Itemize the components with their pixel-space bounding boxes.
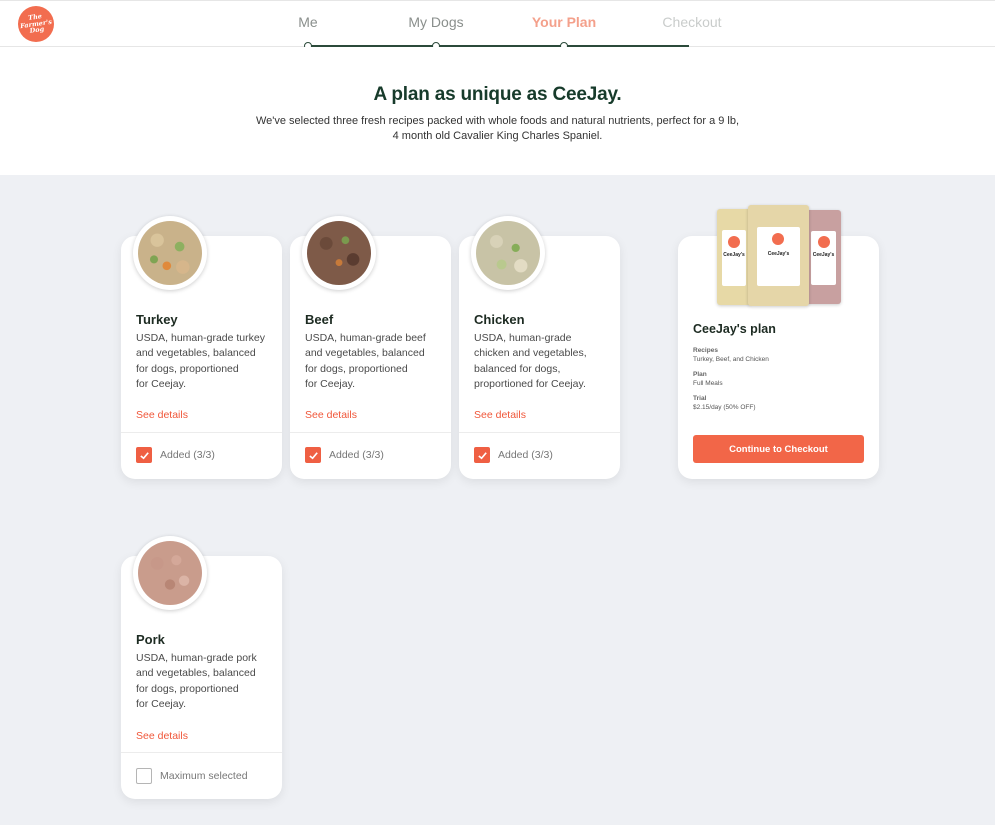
recipe-description: USDA, human-grade turkey and vegetables, …: [136, 332, 265, 390]
recipe-card-turkey: Turkey USDA, human-grade turkey and veget…: [121, 216, 282, 479]
pork-bowl-image: [133, 536, 207, 610]
card-divider: [459, 432, 620, 433]
trial-value: $2.15/day (50% OFF): [693, 404, 756, 411]
checkbox-label: Added (3/3): [160, 449, 215, 461]
see-details-link[interactable]: See details: [474, 409, 526, 421]
step-checkout[interactable]: Checkout: [662, 14, 721, 30]
recipe-description: USDA, human-grade beef and vegetables, ba…: [305, 332, 426, 390]
recipe-card-pork: Pork USDA, human-grade pork and vegetable…: [121, 536, 282, 799]
page-title: A plan as unique as CeeJay.: [373, 84, 622, 105]
card-divider: [121, 752, 282, 753]
plan-type-label: Plan: [693, 371, 707, 378]
checkbox-label: Added (3/3): [498, 449, 553, 461]
progress-stepper: Me My Dogs Your Plan Checkout: [0, 1, 995, 50]
turkey-bowl-image: [133, 216, 207, 290]
recipe-title: Beef: [305, 312, 334, 327]
add-recipe-checkbox-row[interactable]: Added (3/3): [136, 447, 215, 463]
checkbox-checked[interactable]: [136, 447, 152, 463]
plan-summary-card: CeeJay's CeeJay's CeeJay's CeeJay's plan…: [678, 205, 879, 479]
checkbox-unchecked[interactable]: [136, 768, 152, 784]
beef-bowl-image: [302, 216, 376, 290]
checkbox-checked[interactable]: [474, 447, 490, 463]
add-recipe-checkbox-row[interactable]: Added (3/3): [305, 447, 384, 463]
chicken-bowl-image: [471, 216, 545, 290]
recipe-title: Turkey: [136, 312, 178, 327]
food-bag-image-center: CeeJay's: [748, 205, 809, 306]
checkbox-label: Added (3/3): [329, 449, 384, 461]
recipes-label: Recipes: [693, 347, 718, 354]
checkbox-label: Maximum selected: [160, 770, 248, 782]
checkbox-checked[interactable]: [305, 447, 321, 463]
subtitle-line-1: We've selected three fresh recipes packe…: [255, 115, 740, 127]
recipes-value: Turkey, Beef, and Chicken: [693, 356, 769, 363]
checkmark-icon: [139, 451, 149, 459]
top-nav: The Farmer's Dog Me My Dogs Your Plan Chec…: [0, 0, 995, 50]
plan-title: CeeJay's plan: [693, 322, 776, 336]
add-recipe-checkbox-row[interactable]: Maximum selected: [136, 768, 248, 784]
hero-section: A plan as unique as CeeJay. We've select…: [0, 47, 995, 175]
see-details-link[interactable]: See details: [305, 409, 357, 421]
step-my-dogs[interactable]: My Dogs: [408, 14, 463, 30]
card-divider: [290, 432, 451, 433]
checkmark-icon: [308, 451, 318, 459]
subtitle-line-2: 4 month old Cavalier King Charles Spanie…: [392, 130, 603, 142]
step-me[interactable]: Me: [298, 14, 317, 30]
page-subtitle: We've selected three fresh recipes packe…: [250, 114, 745, 144]
see-details-link[interactable]: See details: [136, 730, 188, 742]
checkmark-icon: [477, 451, 487, 459]
food-bag-image-right: CeeJay's: [806, 210, 841, 304]
recipe-title: Chicken: [474, 312, 525, 327]
recipe-card-chicken: Chicken USDA, human-grade chicken and veg…: [459, 216, 620, 479]
add-recipe-checkbox-row[interactable]: Added (3/3): [474, 447, 553, 463]
card-divider: [121, 432, 282, 433]
recipe-description: USDA, human-grade chicken and vegetables,…: [474, 332, 587, 390]
recipe-title: Pork: [136, 632, 165, 647]
plan-type-value: Full Meals: [693, 380, 723, 387]
recipe-description: USDA, human-grade pork and vegetables, ba…: [136, 652, 257, 710]
step-your-plan[interactable]: Your Plan: [532, 14, 596, 30]
trial-label: Trial: [693, 395, 707, 402]
recipe-card-beef: Beef USDA, human-grade beef and vegetable…: [290, 216, 451, 479]
food-bag-image-left: CeeJay's: [717, 209, 751, 305]
see-details-link[interactable]: See details: [136, 409, 188, 421]
continue-to-checkout-button[interactable]: Continue to Checkout: [693, 435, 864, 463]
